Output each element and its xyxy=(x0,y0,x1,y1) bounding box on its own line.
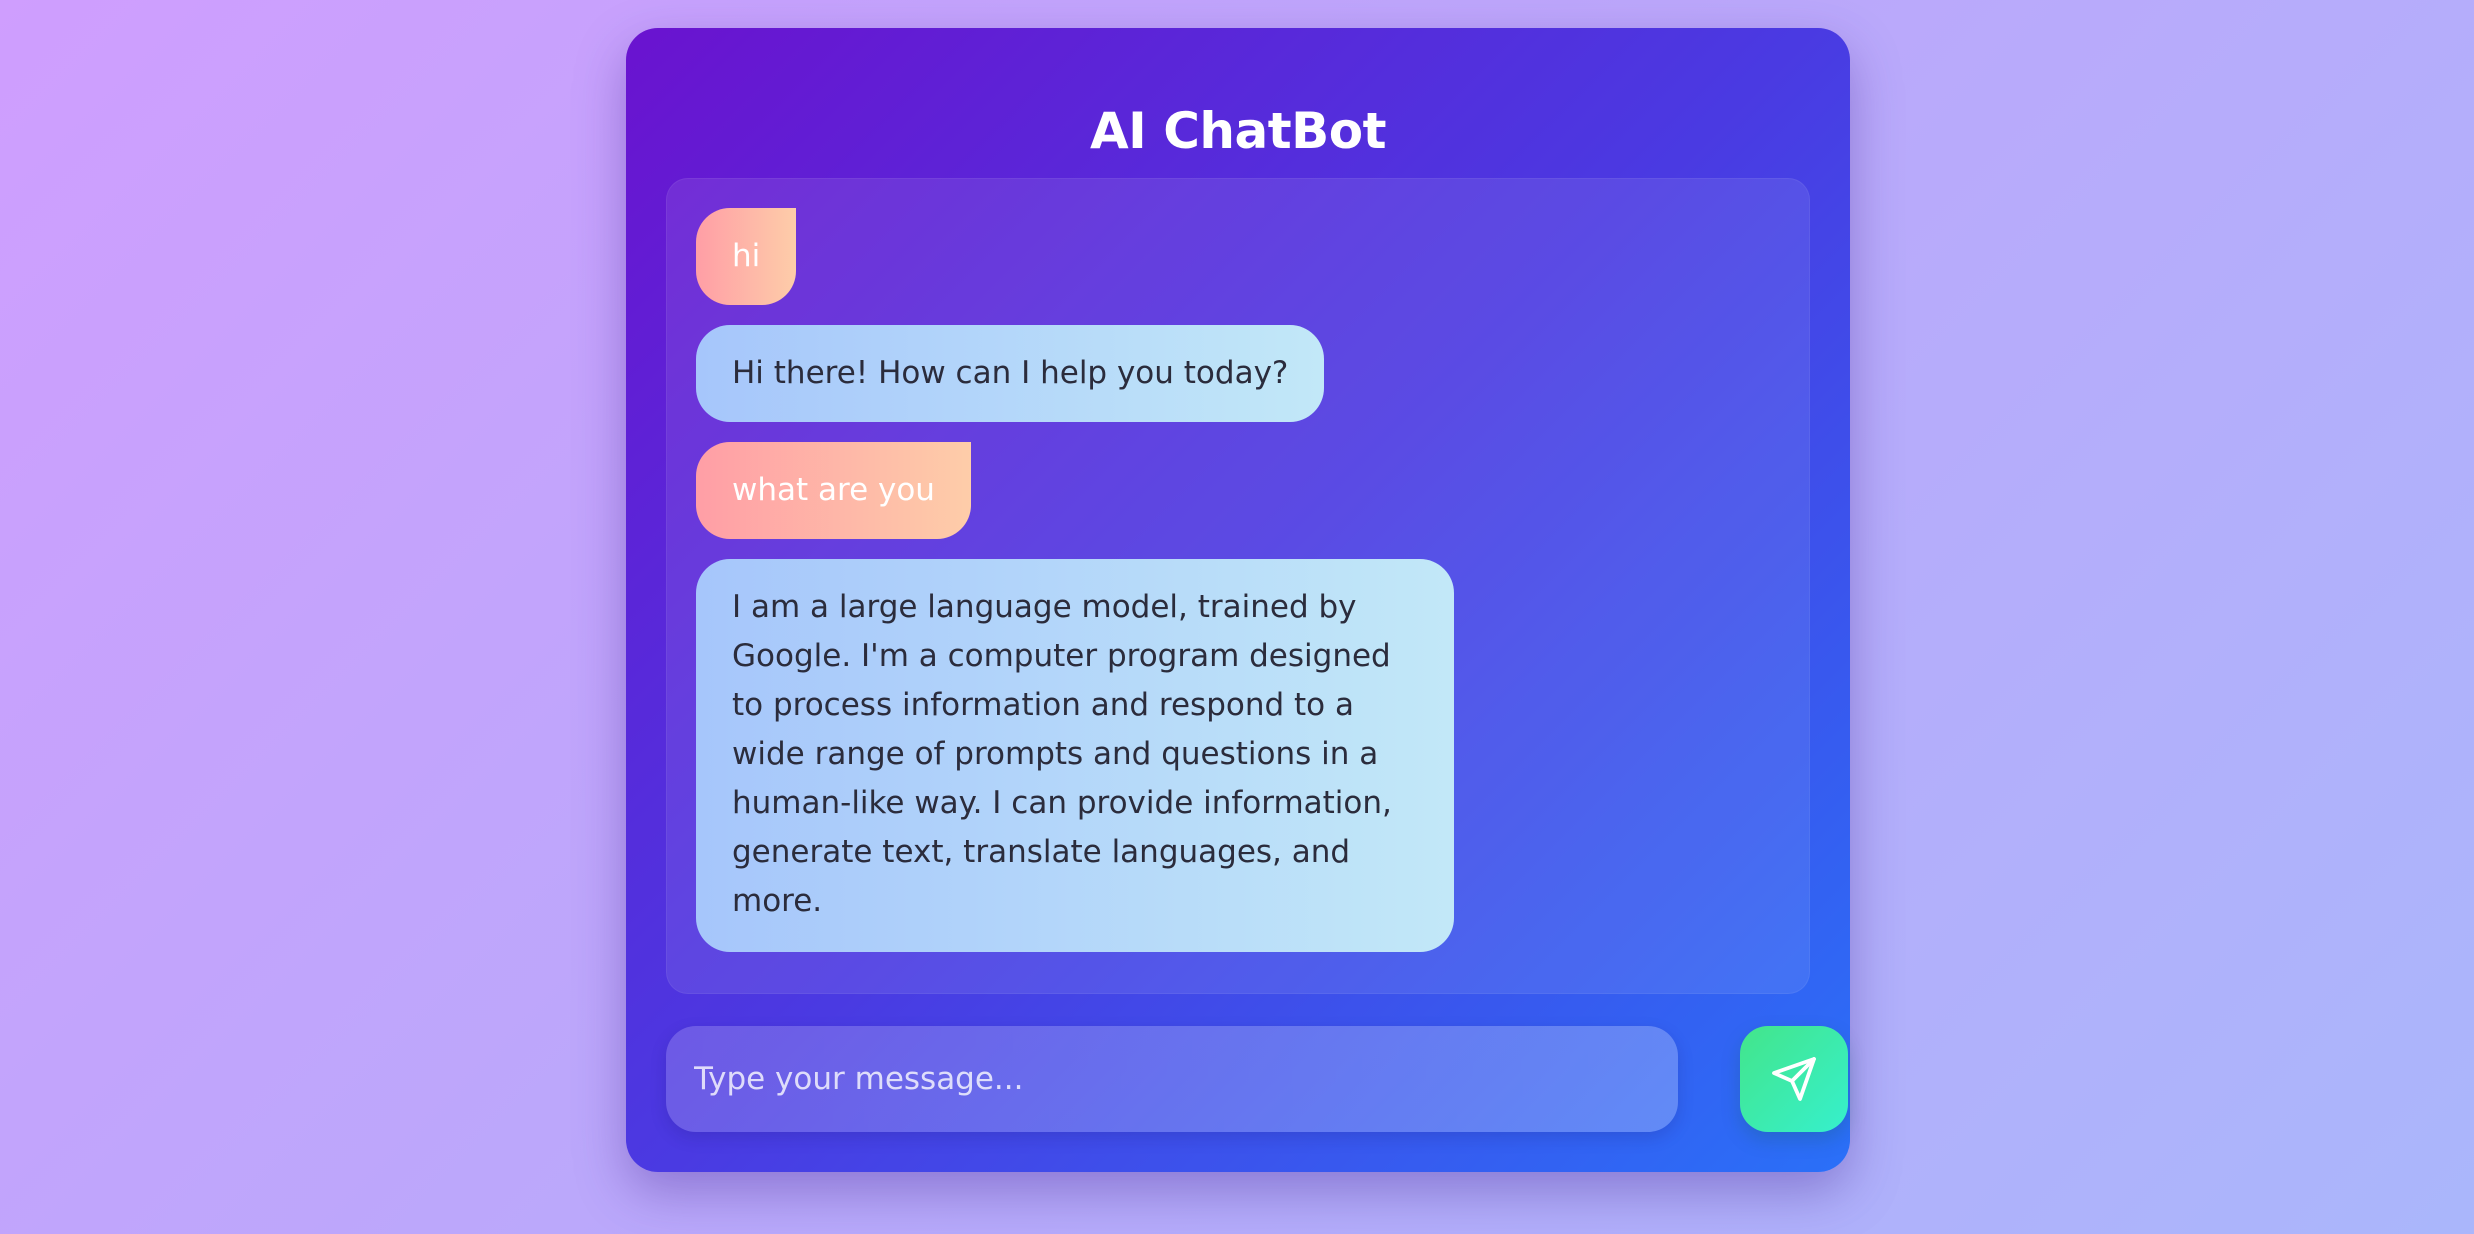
send-icon xyxy=(1772,1057,1816,1101)
send-button[interactable] xyxy=(1740,1026,1848,1132)
chat-title: AI ChatBot xyxy=(1089,102,1387,160)
message-list[interactable]: hi Hi there! How can I help you today? w… xyxy=(666,178,1810,994)
chat-window: AI ChatBot hi Hi there! How can I help y… xyxy=(626,28,1850,1172)
bot-message: Hi there! How can I help you today? xyxy=(696,325,1325,422)
bot-message: I am a large language model, trained by … xyxy=(696,559,1454,952)
user-message: what are you xyxy=(696,442,971,539)
user-message: hi xyxy=(696,208,797,305)
message-input[interactable] xyxy=(666,1026,1678,1132)
composer xyxy=(666,1026,1848,1134)
